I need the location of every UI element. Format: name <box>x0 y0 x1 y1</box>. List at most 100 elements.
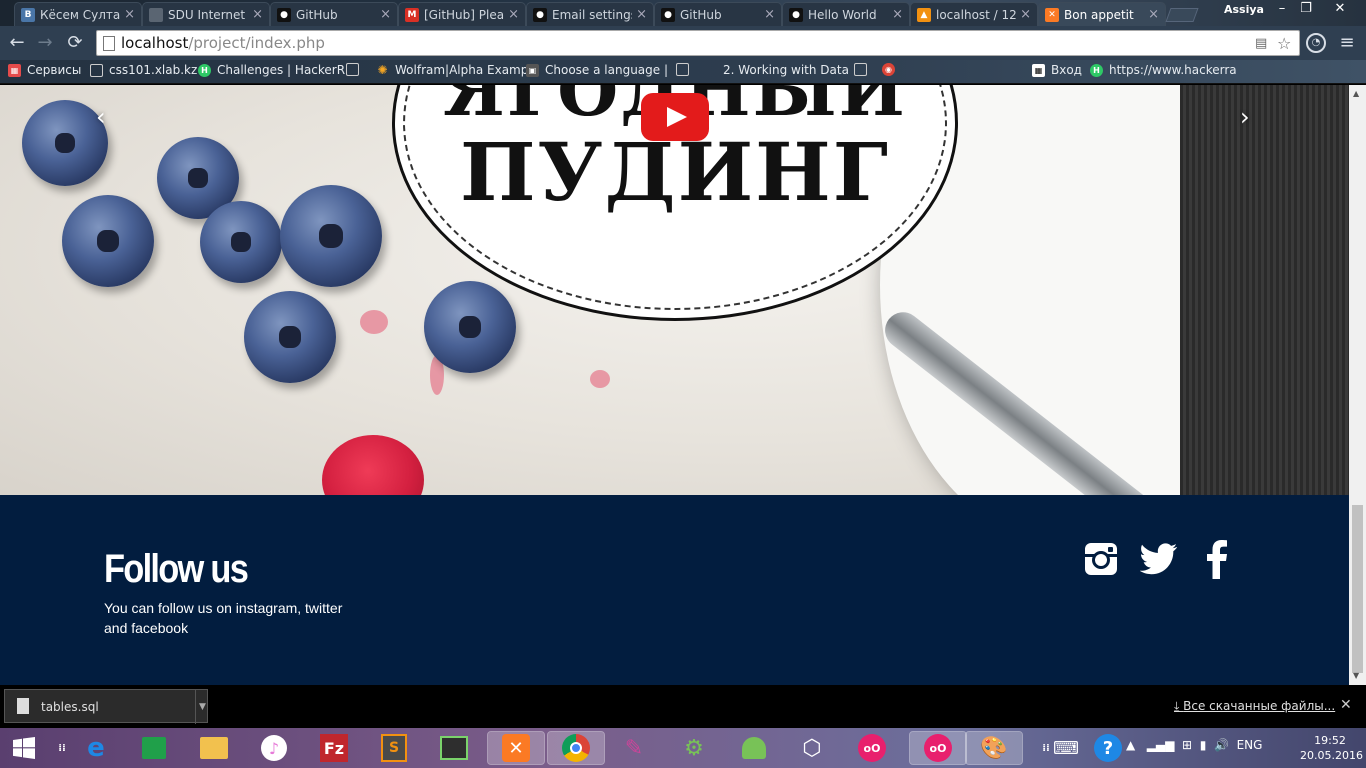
chrome-icon[interactable] <box>547 731 605 765</box>
help-icon[interactable]: ? <box>1092 732 1124 764</box>
maximize-button[interactable]: ❐ <box>1294 0 1318 20</box>
tab-github-2[interactable]: ● GitHub × <box>654 2 782 26</box>
tab-github-1[interactable]: ● GitHub × <box>270 2 398 26</box>
tab-bon-appetit[interactable]: ✕ Bon appetit × <box>1038 2 1166 26</box>
tab-close-icon[interactable]: × <box>1020 7 1031 22</box>
clock-date: 20.05.2016 <box>1300 749 1363 762</box>
android-icon[interactable] <box>738 732 770 764</box>
show-all-downloads-link[interactable]: ⤓ Все скачанные файлы... <box>1174 699 1335 714</box>
scrollbar-thumb[interactable] <box>1352 505 1363 673</box>
bookmark-choose-language[interactable]: ▣ Choose a language | <box>526 63 668 77</box>
dots-icon[interactable]: oO <box>909 731 967 765</box>
system-clock[interactable]: 19:52 20.05.2016 <box>1300 733 1363 763</box>
tab-title: GitHub <box>296 7 338 22</box>
bookmark-hackerrank[interactable]: Hhttps://www.hackerra <box>1090 63 1237 77</box>
address-bar[interactable]: localhost/project/index.php ▤ ☆ <box>96 30 1300 56</box>
scroll-up-icon[interactable]: ▲ <box>1353 89 1359 98</box>
tab-hello-world[interactable]: ● Hello World × <box>782 2 910 26</box>
xampp-icon[interactable]: ✕ <box>487 731 545 765</box>
filezilla-fz: Fz <box>320 734 348 762</box>
folder-icon[interactable] <box>198 732 230 764</box>
bookmark-services[interactable]: ▦ Сервисы <box>8 63 81 77</box>
minimize-button[interactable]: – <box>1270 0 1294 20</box>
tab-close-icon[interactable]: × <box>764 7 775 22</box>
itunes-icon[interactable]: ♪ <box>258 732 290 764</box>
star-icon[interactable]: ☆ <box>1277 34 1291 53</box>
palette-icon[interactable]: 🎨 <box>965 731 1023 765</box>
paint-icon[interactable]: ✎ <box>618 732 650 764</box>
translate-icon[interactable]: ▤ <box>1255 36 1267 51</box>
tab-close-icon[interactable]: × <box>508 7 519 22</box>
android-studio-icon[interactable]: ⚙ <box>678 732 710 764</box>
back-button[interactable]: ← <box>6 32 28 54</box>
youtube-play-icon[interactable] <box>641 93 709 141</box>
menu-icon[interactable]: ≡ <box>1336 32 1358 54</box>
ie-icon[interactable]: e <box>80 732 112 764</box>
new-tab-button[interactable] <box>1165 8 1199 22</box>
help-question: ? <box>1094 734 1122 762</box>
tab-kesem-sultan[interactable]: B Кёсем Султан × <box>14 2 142 26</box>
tab-email-settings[interactable]: ● Email settings × <box>526 2 654 26</box>
tab-close-icon[interactable]: × <box>124 7 135 22</box>
forward-button[interactable]: → <box>34 32 56 54</box>
bookmark-vhod[interactable]: ▦ Вход <box>1032 63 1082 77</box>
dots-icon[interactable]: oO <box>856 732 888 764</box>
bookmark-page-2[interactable] <box>676 63 695 76</box>
tab-close-icon[interactable]: × <box>636 7 647 22</box>
extension-icon[interactable]: ◔ <box>1306 33 1326 53</box>
facebook-icon[interactable] <box>1197 539 1237 579</box>
tab-title: localhost / 12 <box>936 7 1017 22</box>
input-language[interactable]: ENG <box>1237 738 1263 752</box>
task-view-icon[interactable]: ⁞⁞ <box>46 732 78 764</box>
bookmark-page-3[interactable] <box>854 63 873 76</box>
battery-icon[interactable]: ▮ <box>1200 738 1207 752</box>
filezilla-icon[interactable]: Fz <box>318 732 350 764</box>
tab-close-icon[interactable]: × <box>1148 7 1159 22</box>
bookmark-hackerrank-challenges[interactable]: H Challenges | HackerR <box>198 63 345 77</box>
download-item[interactable]: tables.sql ▼ <box>4 689 209 724</box>
profile-name[interactable]: Assiya <box>1224 3 1264 16</box>
store-icon[interactable] <box>138 732 170 764</box>
tab-phpmyadmin[interactable]: ▲ localhost / 12 × <box>910 2 1038 26</box>
reload-button[interactable]: ⟳ <box>64 32 86 54</box>
bookmark-label: Сервисы <box>27 63 82 77</box>
hero-video[interactable]: ЯГОДНЫЙ ПУДИНГ ‹ › <box>0 85 1349 495</box>
tab-close-icon[interactable]: × <box>380 7 391 22</box>
grid-icon: ▦ <box>1032 63 1045 77</box>
tab-close-icon[interactable]: × <box>892 7 903 22</box>
tab-title: SDU Internet <box>168 7 246 22</box>
bookmark-css101[interactable]: css101.xlab.kz <box>90 63 197 77</box>
carousel-prev-icon[interactable]: ‹ <box>96 103 106 131</box>
tab-sdu-internet[interactable]: SDU Internet × <box>142 2 270 26</box>
address-url[interactable]: localhost/project/index.php <box>121 34 325 52</box>
berry-stain <box>590 370 610 388</box>
close-window-button[interactable]: ✕ <box>1318 0 1362 20</box>
carousel-next-icon[interactable]: › <box>1240 103 1250 131</box>
chevron-down-icon[interactable]: ▼ <box>195 690 209 724</box>
bookmark-wolfram[interactable]: ✺ Wolfram|Alpha Examp <box>376 63 528 77</box>
signal-icon[interactable]: ▂▄▆ <box>1147 738 1175 752</box>
scroll-down-icon[interactable]: ▼ <box>1353 671 1359 680</box>
windows-start-icon[interactable] <box>8 732 40 764</box>
footer-text: You can follow us on instagram, twitter … <box>104 600 343 636</box>
virtualbox-icon[interactable]: ⬡ <box>796 732 828 764</box>
page-scrollbar[interactable]: ▲ ▼ <box>1349 85 1366 685</box>
hackerrank-icon: H <box>1090 63 1103 77</box>
sublime-icon[interactable]: S <box>378 732 410 764</box>
bookmark-page[interactable] <box>346 63 365 76</box>
close-downloads-button[interactable]: ✕ <box>1340 697 1352 713</box>
bookmark-chrome[interactable]: ◉ <box>882 63 901 76</box>
cloth-image <box>1180 85 1349 495</box>
tab-close-icon[interactable]: × <box>252 7 263 22</box>
tab-github-email[interactable]: M [GitHub] Please × <box>398 2 526 26</box>
bookmark-working-with-data[interactable]: 2. Working with Data <box>704 63 849 77</box>
network-icon[interactable]: ⊞ <box>1182 738 1192 752</box>
terminal-icon[interactable] <box>438 732 470 764</box>
keyboard-icon[interactable]: ⌨ <box>1050 732 1082 764</box>
bookmark-label: Вход <box>1051 63 1082 77</box>
sublime-s: S <box>381 734 407 762</box>
instagram-icon[interactable] <box>1081 539 1121 579</box>
tray-expand-icon[interactable]: ▲ <box>1126 738 1135 752</box>
twitter-icon[interactable] <box>1139 539 1179 579</box>
volume-icon[interactable]: 🔊 <box>1214 738 1229 752</box>
